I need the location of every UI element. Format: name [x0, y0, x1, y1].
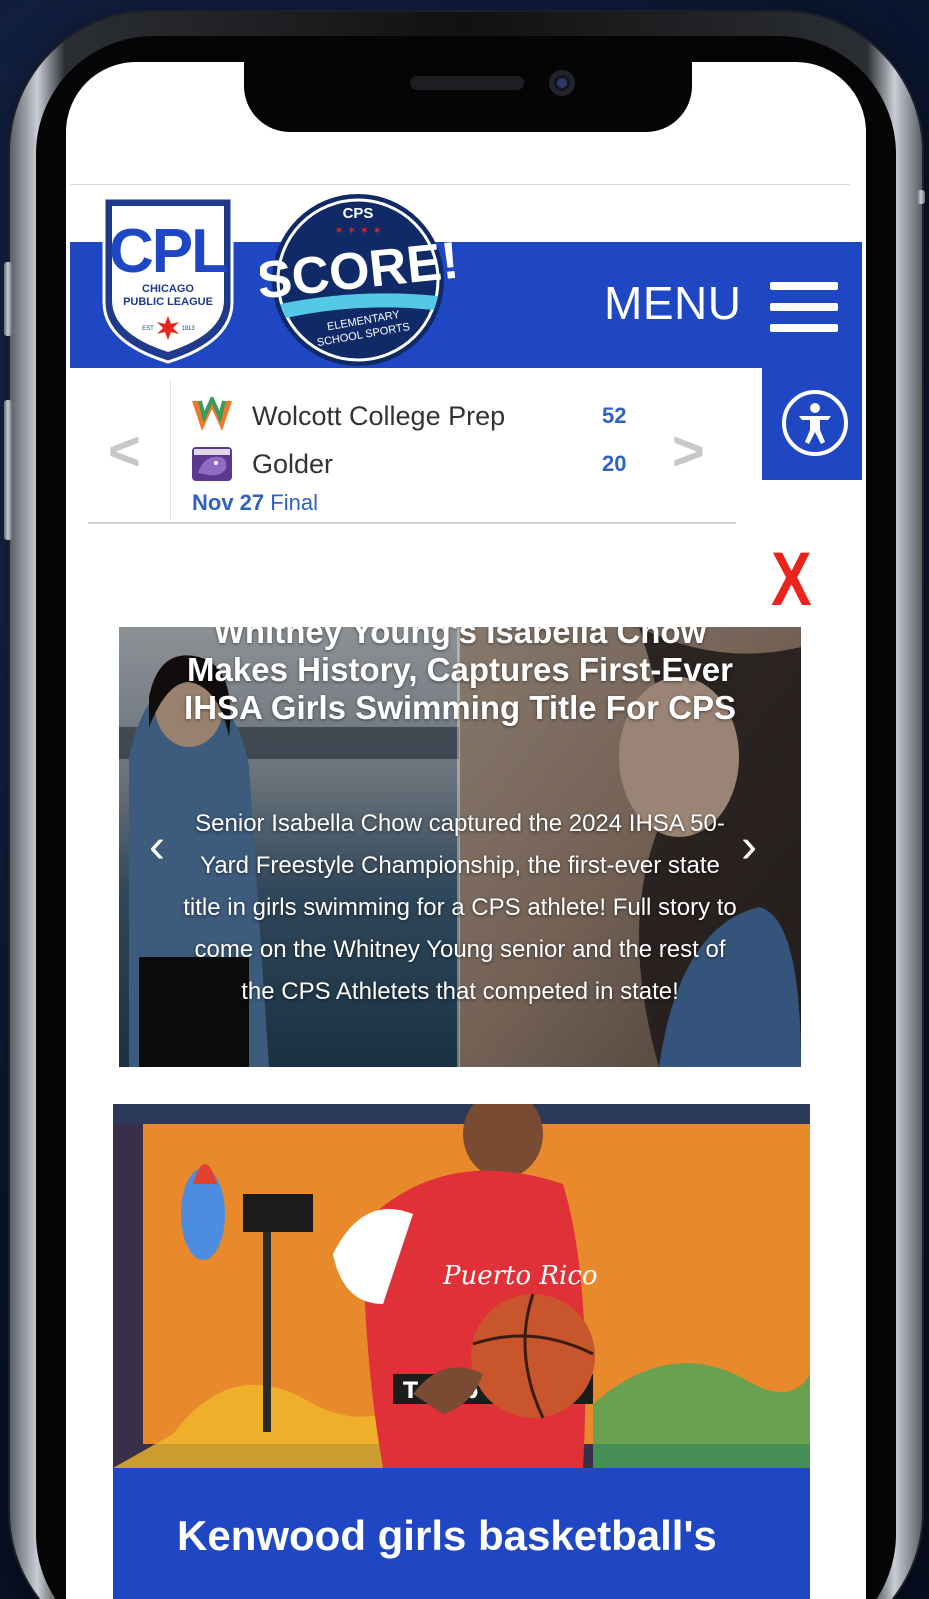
accessibility-icon: [782, 390, 848, 456]
top-divider: [70, 184, 850, 185]
cpl-logo-line2: PUBLIC LEAGUE: [123, 296, 213, 308]
menu-label[interactable]: MENU: [604, 276, 741, 330]
news-card-title[interactable]: Kenwood girls basketball's: [177, 1512, 717, 1560]
phone-notch: [244, 62, 692, 132]
news-card-footer: Kenwood girls basketball's: [113, 1468, 810, 1599]
phone-side-button-left: [4, 262, 12, 336]
news-card-image: Puerto Rico T Mob: [113, 1104, 810, 1468]
team-name: Golder: [252, 448, 334, 479]
cpl-logo-year: 1913: [181, 326, 195, 332]
front-camera: [549, 70, 575, 96]
speaker-grille: [410, 76, 524, 90]
svg-text:✶ ✶ ✶ ✶: ✶ ✶ ✶ ✶: [334, 224, 381, 237]
cpl-logo-line1: CHICAGO: [142, 283, 194, 295]
hero-slide-text: Senior Isabella Chow captured the 2024 I…: [183, 810, 737, 1005]
score-logo[interactable]: CPS ✶ ✶ ✶ ✶ SCORE! ELEMENTARY SCHOOL SPO…: [260, 192, 456, 366]
slider-prev-chevron-icon[interactable]: ‹: [149, 819, 165, 874]
scoreboard-team-row[interactable]: Golder 20: [190, 444, 626, 484]
team-score: 20: [602, 451, 627, 476]
wolcott-w-logo-icon: [192, 397, 232, 431]
game-date-status: Nov 27 Final: [192, 490, 318, 516]
cpl-logo-est: EST: [142, 326, 154, 332]
scoreboard-prev-arrow[interactable]: <: [108, 418, 141, 483]
scoreboard-divider: [170, 380, 171, 520]
news-card[interactable]: Puerto Rico T Mob Kenwood girls basketba…: [113, 1104, 810, 1599]
scoreboard-bottom-divider: [88, 522, 736, 524]
jersey-text: Puerto Rico: [442, 1261, 598, 1291]
hero-slide-title[interactable]: Whitney Young's Isabella Chow Makes Hist…: [119, 627, 801, 727]
hamburger-menu-icon[interactable]: [770, 282, 838, 332]
team-score: 52: [602, 403, 627, 428]
cpl-logo[interactable]: CPL CHICAGO PUBLIC LEAGUE EST 1913: [98, 192, 238, 366]
accessibility-button[interactable]: [762, 368, 862, 480]
team-name: Wolcott College Prep: [252, 400, 506, 431]
close-icon[interactable]: X: [771, 542, 812, 618]
scoreboard-next-arrow[interactable]: >: [672, 418, 705, 483]
hero-slide[interactable]: Whitney Young's Isabella Chow Makes Hist…: [119, 627, 801, 1067]
score-logo-top: CPS: [343, 205, 374, 222]
cpl-logo-letters: CPL: [109, 217, 227, 286]
phone-side-button-right: [917, 190, 925, 204]
phone-side-button-left-2: [4, 400, 12, 540]
panthers-logo-icon: [192, 447, 232, 481]
game-date: Nov 27: [192, 490, 265, 515]
scoreboard-team-row[interactable]: Wolcott College Prep 52: [190, 396, 626, 436]
phone-screen: CPL CHICAGO PUBLIC LEAGUE EST 1913 CPS ✶…: [66, 62, 866, 1599]
slider-next-chevron-icon[interactable]: ›: [741, 819, 757, 874]
game-status: Final: [270, 490, 318, 515]
